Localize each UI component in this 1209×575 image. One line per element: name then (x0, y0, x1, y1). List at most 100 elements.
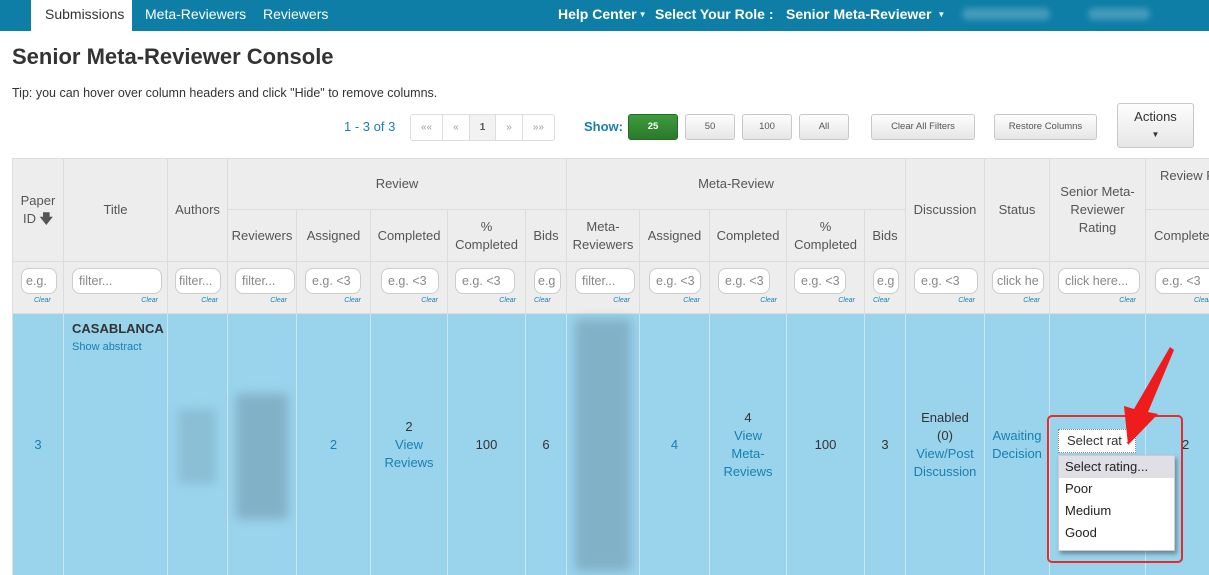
cell-review-assigned: 2 (297, 314, 371, 575)
submissions-table: Paper ID 🡇 Title Authors Review Reviewer… (12, 158, 1209, 575)
clear-filter-link[interactable]: Clear (1119, 292, 1136, 310)
clear-filter-link[interactable]: Clear (499, 292, 516, 310)
page-size-all-button[interactable]: All (799, 114, 849, 140)
filter-review-partial-input[interactable]: e.g. <3 (1155, 268, 1209, 294)
meta-pct-value: 100 (814, 437, 837, 452)
status-link[interactable]: Awaiting Decision (989, 427, 1045, 463)
role-menu[interactable]: Senior Meta-Reviewer ▼ (786, 0, 945, 31)
pagination: «« « 1 » »» (410, 114, 555, 141)
header-reviewers[interactable]: Reviewers (228, 210, 297, 262)
clear-filter-link[interactable]: Clear (270, 292, 287, 310)
rating-option-good[interactable]: Good (1059, 522, 1174, 544)
filter-title-input[interactable]: filter... (72, 268, 162, 294)
filter-review-pct-input[interactable]: e.g. <3 (455, 268, 515, 294)
header-review-bids[interactable]: Bids (526, 210, 567, 262)
clear-filter-link[interactable]: Clear (1023, 292, 1040, 310)
filter-review-assigned-input[interactable]: e.g. <3 (305, 268, 361, 294)
page-1-button[interactable]: 1 (469, 115, 497, 140)
clear-filter-link[interactable]: Clear (873, 292, 890, 310)
clear-filter-link[interactable]: Clear (613, 292, 630, 310)
role-label: Senior Meta-Reviewer (786, 6, 932, 22)
header-status[interactable]: Status (985, 159, 1050, 262)
clear-filter-link[interactable]: Clear (760, 292, 777, 310)
clear-filter-link[interactable]: Clear (838, 292, 855, 310)
clear-filter-link[interactable]: Clear (141, 292, 158, 310)
header-review-partial-completed[interactable]: Complete (1146, 210, 1209, 262)
filter-cell-meta-completed: e.g. <3 Clear (710, 262, 787, 314)
clear-filter-link[interactable]: Clear (958, 292, 975, 310)
filter-smr-rating-input[interactable]: click here... (1058, 268, 1140, 294)
clear-filter-link[interactable]: Clear (683, 292, 700, 310)
filter-status-input[interactable]: click he (992, 268, 1044, 294)
header-review-pct-completed[interactable]: % Completed (448, 210, 526, 262)
clear-all-filters-button[interactable]: Clear All Filters (871, 114, 975, 140)
filter-cell-review-pct: e.g. <3 Clear (448, 262, 526, 314)
header-review-completed[interactable]: Completed (371, 210, 448, 262)
first-page-button[interactable]: «« (411, 115, 444, 140)
filter-paper-id-input[interactable]: e.g. (21, 268, 57, 294)
view-meta-reviews-link[interactable]: View Meta-Reviews (723, 427, 773, 481)
filter-meta-completed-input[interactable]: e.g. <3 (718, 268, 770, 294)
tab-reviewers[interactable]: Reviewers (249, 0, 342, 31)
cell-reviewers (228, 314, 297, 575)
paper-title: CASABLANCA (72, 321, 164, 336)
restore-columns-button[interactable]: Restore Columns (994, 114, 1097, 140)
filter-review-completed-input[interactable]: e.g. <3 (381, 268, 439, 294)
cell-review-pct: 100 (448, 314, 526, 575)
last-page-button[interactable]: »» (523, 115, 554, 140)
header-meta-reviewers[interactable]: Meta-Reviewers (567, 210, 640, 262)
filter-cell-meta-bids: e.g Clear (865, 262, 906, 314)
clear-filter-link[interactable]: Clear (34, 292, 51, 310)
next-page-button[interactable]: » (496, 115, 523, 140)
show-abstract-link[interactable]: Show abstract (72, 338, 142, 356)
cell-review-bids: 6 (526, 314, 567, 575)
clear-filter-link[interactable]: Clear (534, 292, 551, 310)
clear-filter-link[interactable]: Clear (344, 292, 361, 310)
paper-id-link[interactable]: 3 (34, 436, 41, 454)
filter-meta-pct-input[interactable]: e.g. <3 (794, 268, 846, 294)
rating-option-select[interactable]: Select rating... (1059, 456, 1174, 478)
clear-filter-link[interactable]: Clear (201, 292, 218, 310)
filter-discussion-input[interactable]: e.g. <3 (914, 268, 978, 294)
actions-button[interactable]: Actions ▼ (1117, 103, 1194, 148)
header-review-assigned[interactable]: Assigned (297, 210, 371, 262)
rating-option-medium[interactable]: Medium (1059, 500, 1174, 522)
filter-review-bids-input[interactable]: e.g (534, 268, 561, 294)
header-meta-bids[interactable]: Bids (865, 210, 906, 262)
header-meta-pct-completed[interactable]: % Completed (787, 210, 865, 262)
page-size-100-button[interactable]: 100 (742, 114, 792, 140)
review-assigned-link[interactable]: 2 (330, 436, 337, 454)
prev-page-button[interactable]: « (443, 115, 470, 140)
clear-filter-link[interactable]: Clear (1194, 292, 1209, 310)
discussion-status: Enabled (921, 410, 969, 425)
clear-filter-link[interactable]: Clear (421, 292, 438, 310)
header-meta-completed[interactable]: Completed (710, 210, 787, 262)
tab-submissions[interactable]: Submissions (31, 0, 132, 31)
rating-select[interactable]: Select rat ⌄ (1058, 429, 1136, 453)
meta-assigned-link[interactable]: 4 (671, 436, 678, 454)
cell-review-completed: 2 View Reviews (371, 314, 448, 575)
view-reviews-link[interactable]: View Reviews (379, 436, 439, 472)
header-title[interactable]: Title (64, 159, 168, 262)
page-size-25-button[interactable]: 25 (628, 114, 678, 140)
header-smr-rating[interactable]: Senior Meta-Reviewer Rating (1050, 159, 1146, 262)
header-authors[interactable]: Authors (168, 159, 228, 262)
filter-meta-reviewers-input[interactable]: filter... (575, 268, 635, 294)
rating-option-poor[interactable]: Poor (1059, 478, 1174, 500)
filter-reviewers-input[interactable]: filter... (235, 268, 295, 294)
page-size-50-button[interactable]: 50 (685, 114, 735, 140)
redacted-user-menu[interactable] (1088, 8, 1150, 20)
filter-authors-input[interactable]: filter... (175, 268, 221, 294)
filter-meta-assigned-input[interactable]: e.g. <3 (649, 268, 701, 294)
filter-cell-discussion: e.g. <3 Clear (906, 262, 985, 314)
header-meta-assigned[interactable]: Assigned (640, 210, 710, 262)
view-post-discussion-link[interactable]: View/Post Discussion (910, 445, 980, 481)
redacted-meta-reviewers (575, 319, 631, 571)
review-completed-count: 2 (405, 419, 413, 434)
tab-meta-reviewers[interactable]: Meta-Reviewers (131, 0, 260, 31)
filter-meta-bids-input[interactable]: e.g (873, 268, 899, 294)
header-group-review-partial: Review F F (1146, 159, 1209, 210)
header-discussion[interactable]: Discussion (906, 159, 985, 262)
help-center-menu[interactable]: Help Center ▼ (558, 0, 647, 31)
header-paper-id[interactable]: Paper ID 🡇 (13, 159, 64, 262)
